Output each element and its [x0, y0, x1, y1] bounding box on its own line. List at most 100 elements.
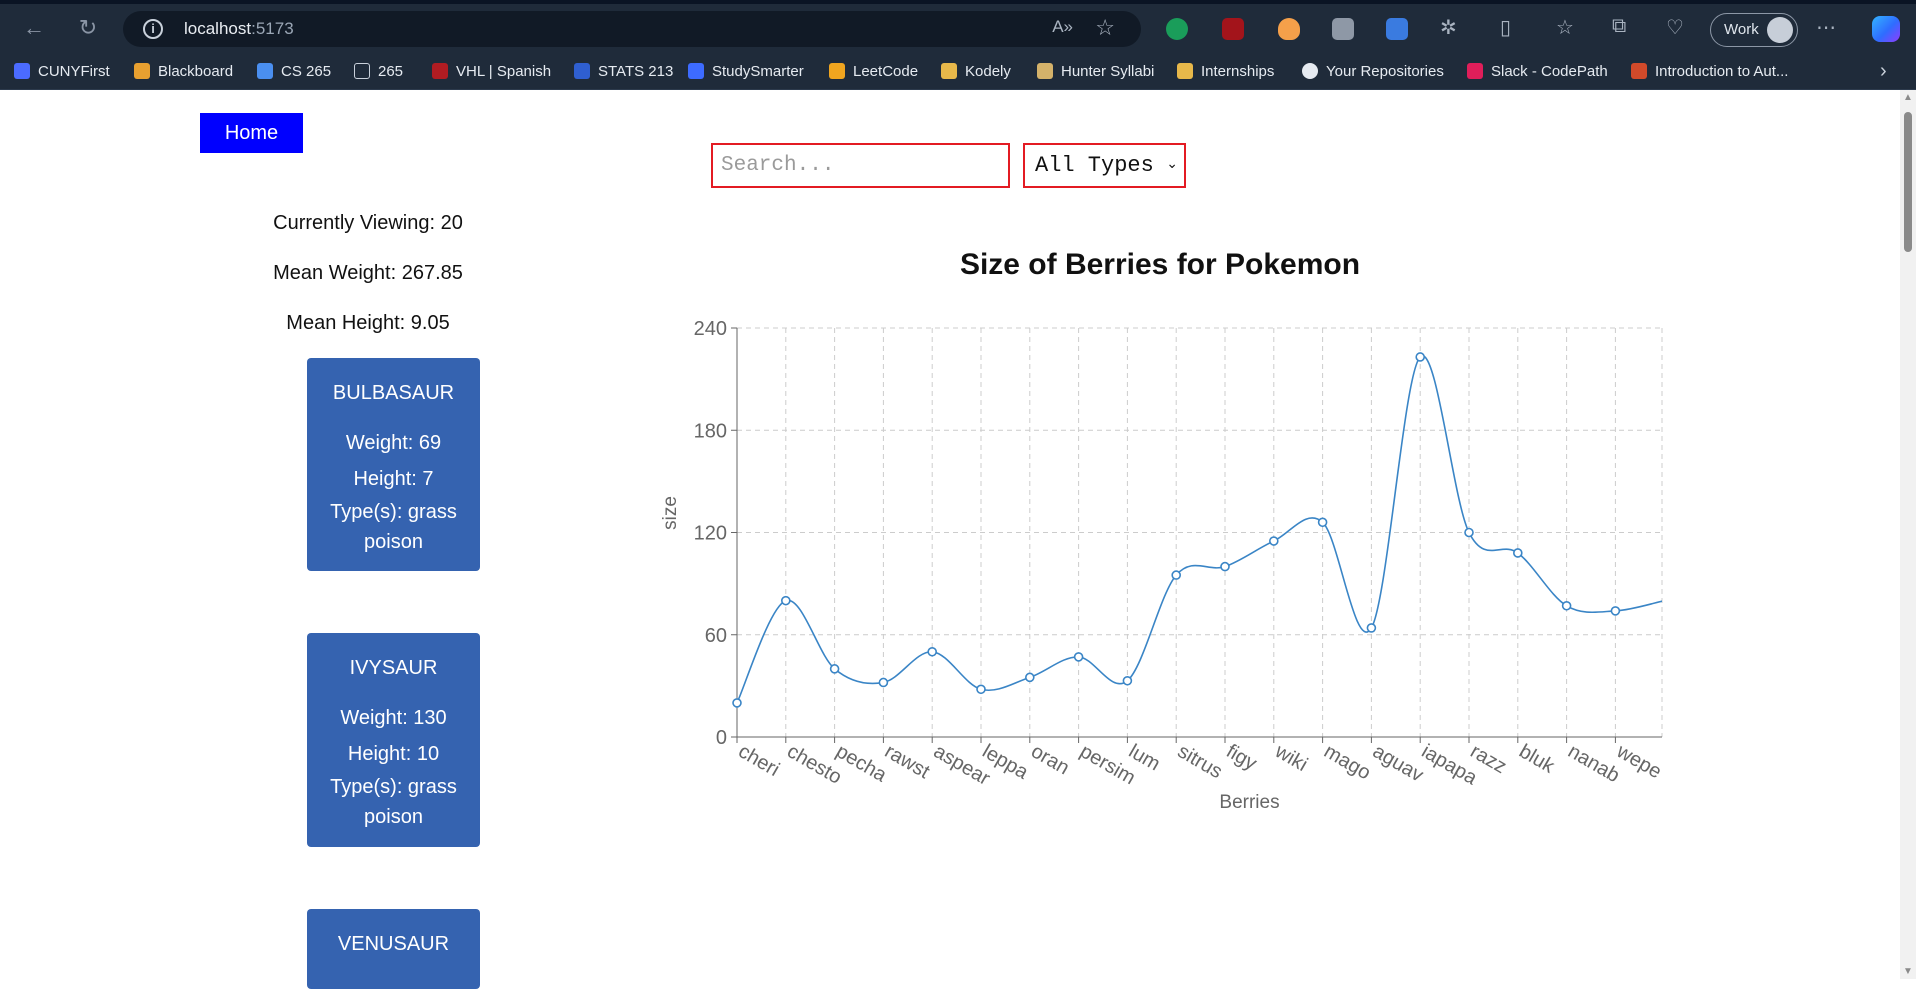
bookmark-icon: [432, 63, 448, 79]
bookmark-icon: [134, 63, 150, 79]
bookmark-item[interactable]: CUNYFirst: [14, 52, 110, 90]
extensions-puzzle-icon[interactable]: ✲: [1440, 15, 1457, 40]
bar-chart-icon: [257, 63, 273, 79]
data-point: [1366, 623, 1377, 633]
data-point: [732, 698, 742, 708]
bookmark-item[interactable]: Your Repositories: [1302, 52, 1444, 90]
split-screen-icon[interactable]: ▯: [1500, 15, 1511, 40]
collections-icon[interactable]: ⧉: [1612, 15, 1626, 38]
extension-icon[interactable]: [1332, 18, 1354, 40]
data-point: [1269, 536, 1279, 546]
browser-toolbar: ← ↻ i localhost:5173 A» ☆ ✲ ▯ ☆ ⧉ ♡ Work…: [0, 0, 1916, 52]
y-tick-label: 240: [694, 318, 727, 340]
address-bar[interactable]: i localhost:5173 A» ☆: [123, 11, 1141, 47]
profile-button[interactable]: Work: [1710, 13, 1798, 47]
chevron-right-icon[interactable]: ›: [1880, 60, 1887, 83]
x-tick-label: mago: [1320, 740, 1374, 784]
data-point: [976, 684, 986, 695]
x-tick-label: oran: [1027, 740, 1073, 779]
y-tick-label: 120: [694, 523, 727, 545]
health-icon[interactable]: ♡: [1666, 15, 1684, 40]
series-line: [736, 355, 1662, 704]
data-point: [1561, 600, 1572, 611]
bookmark-icon: [14, 63, 30, 79]
data-point: [1220, 561, 1230, 572]
data-point: [927, 646, 938, 657]
data-point: [1415, 352, 1425, 362]
avatar: [1767, 17, 1793, 43]
extension-icon[interactable]: [1278, 18, 1300, 40]
x-tick-label: bluk: [1515, 740, 1559, 778]
scrollbar-thumb[interactable]: [1904, 112, 1912, 252]
x-tick-label: pecha: [832, 740, 891, 787]
slack-icon: [1467, 63, 1483, 79]
bookmarks-bar: CUNYFirst Blackboard CS 265 265 VHL | Sp…: [0, 52, 1916, 90]
data-point: [1122, 675, 1133, 686]
y-axis-label: size: [660, 496, 681, 530]
read-aloud-icon[interactable]: A»: [1052, 17, 1073, 37]
bookmark-icon: [1631, 63, 1647, 79]
x-tick-label: figy: [1223, 740, 1261, 775]
x-tick-label: sitrus: [1174, 740, 1226, 783]
data-point: [1610, 606, 1621, 616]
ublock-extension-icon[interactable]: [1222, 18, 1244, 40]
x-tick-label: wiki: [1270, 740, 1311, 776]
x-tick-label: chesto: [783, 740, 845, 789]
berry-size-line-chart: 060120180240cheri chestopecharawstaspearl…: [660, 318, 1681, 813]
data-point: [1317, 517, 1328, 528]
shield-extension-icon[interactable]: [1386, 18, 1408, 40]
info-icon[interactable]: i: [143, 19, 163, 39]
data-point: [1025, 672, 1035, 683]
data-point: [829, 664, 840, 674]
data-point: [780, 595, 791, 606]
data-point: [1464, 527, 1474, 538]
copilot-icon[interactable]: [1872, 16, 1900, 42]
folder-icon: [941, 63, 957, 79]
bookmark-item[interactable]: 265: [354, 52, 403, 90]
page-content: Home All Types⌄ Currently Viewing: 20 Me…: [0, 90, 1900, 989]
x-tick-label: rawst: [881, 740, 934, 783]
url-text[interactable]: localhost:5173: [184, 19, 294, 39]
data-point: [1171, 570, 1181, 580]
bookmark-icon: [688, 63, 704, 79]
x-tick-label: wepear: [1612, 740, 1681, 793]
back-arrow-icon[interactable]: ←: [20, 14, 48, 42]
bookmark-item[interactable]: Blackboard: [134, 52, 233, 90]
x-tick-label: iapapa: [1418, 740, 1482, 790]
bookmark-icon: [829, 63, 845, 79]
scrollbar[interactable]: ▲ ▼: [1900, 90, 1916, 979]
github-icon: [1302, 63, 1318, 79]
bookmark-icon: [1037, 63, 1053, 79]
bookmark-item[interactable]: LeetCode: [829, 52, 918, 90]
grammarly-extension-icon[interactable]: [1166, 18, 1188, 40]
y-tick-label: 180: [694, 420, 727, 442]
bookmark-icon: [574, 63, 590, 79]
bookmark-item[interactable]: StudySmarter: [688, 52, 804, 90]
x-tick-label: persim: [1076, 740, 1139, 789]
bookmark-item[interactable]: Hunter Syllabi: [1037, 52, 1154, 90]
data-point: [1073, 652, 1084, 662]
bookmark-item[interactable]: CS 265: [257, 52, 331, 90]
data-point: [1513, 548, 1523, 558]
x-axis-label: Berries: [1219, 792, 1279, 813]
scroll-up-arrow-icon[interactable]: ▲: [1903, 92, 1913, 103]
scroll-down-arrow-icon[interactable]: ▼: [1903, 966, 1913, 977]
y-tick-label: 0: [716, 727, 727, 749]
page-icon: [354, 63, 370, 79]
more-options-icon[interactable]: ⋯: [1816, 15, 1836, 40]
refresh-icon[interactable]: ↻: [74, 14, 102, 42]
bookmark-item[interactable]: Slack - CodePath: [1467, 52, 1608, 90]
folder-icon: [1177, 63, 1193, 79]
x-tick-label: aguav: [1369, 740, 1427, 786]
bookmark-item[interactable]: STATS 213: [574, 52, 673, 90]
favorite-star-icon[interactable]: ☆: [1095, 15, 1115, 41]
bookmark-item[interactable]: Internships: [1177, 52, 1274, 90]
favorites-icon[interactable]: ☆: [1556, 15, 1574, 40]
data-point: [878, 677, 889, 688]
x-tick-label: cheri: [735, 740, 784, 781]
bookmark-item[interactable]: VHL | Spanish: [432, 52, 551, 90]
bookmark-item[interactable]: Introduction to Aut...: [1631, 52, 1788, 90]
y-tick-label: 60: [705, 625, 727, 647]
x-tick-label: nanab: [1564, 740, 1623, 787]
bookmark-item[interactable]: Kodely: [941, 52, 1011, 90]
